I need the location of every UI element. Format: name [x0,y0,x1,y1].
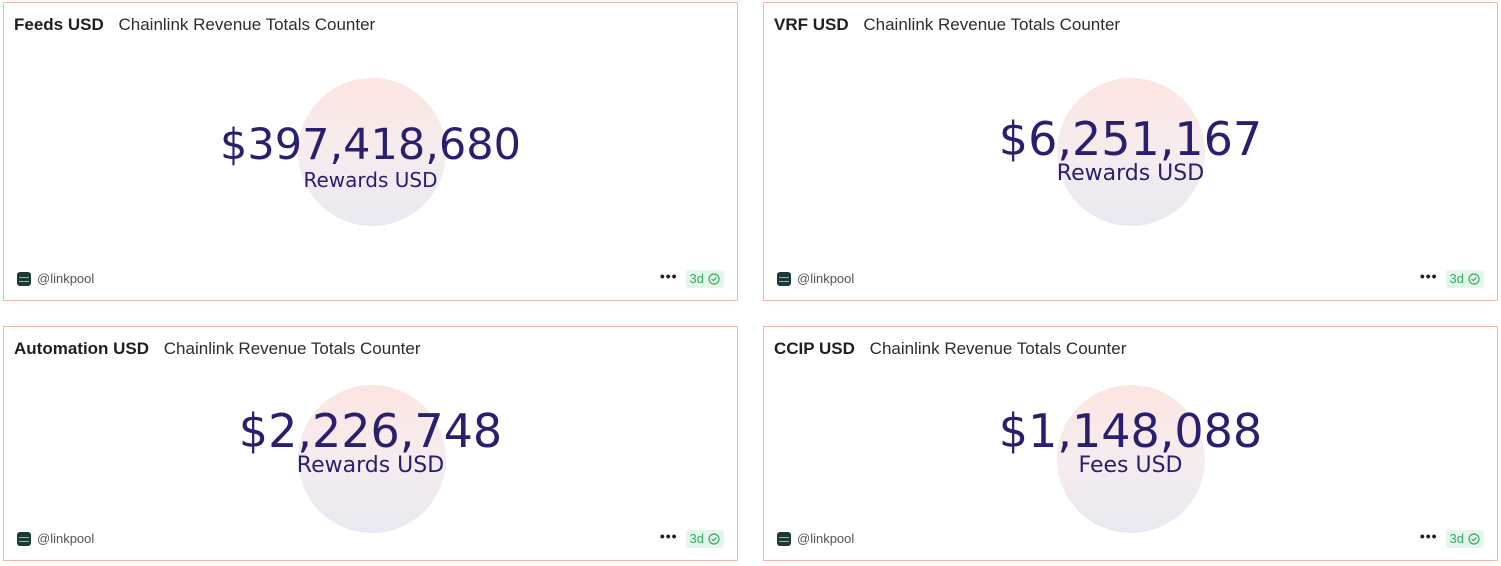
card-header: CCIP USD Chainlink Revenue Totals Counte… [774,339,1126,359]
card-header: VRF USD Chainlink Revenue Totals Counter [774,15,1120,35]
card-actions: ••• 3d [1420,269,1484,288]
owner-handle: @linkpool [797,271,855,286]
card-title: CCIP USD [774,339,855,358]
owner-link[interactable]: @linkpool [777,271,854,286]
counter-value: $2,226,748 [238,404,503,458]
freshness-badge[interactable]: 3d [685,530,724,548]
counter-card-feeds: Feeds USD Chainlink Revenue Totals Count… [3,2,738,301]
check-circle-icon [1468,533,1480,545]
freshness-label: 3d [1449,271,1464,286]
card-header: Automation USD Chainlink Revenue Totals … [14,339,421,359]
counter-card-automation: Automation USD Chainlink Revenue Totals … [3,326,738,561]
linkpool-avatar-icon [17,531,31,546]
freshness-label: 3d [689,531,704,546]
card-title: VRF USD [774,15,849,34]
card-header: Feeds USD Chainlink Revenue Totals Count… [14,15,375,35]
check-circle-icon [1468,273,1480,285]
freshness-label: 3d [1449,531,1464,546]
counter-value: $397,418,680 [220,120,521,170]
counter-display: $1,148,088 Fees USD [764,403,1497,479]
owner-link[interactable]: @linkpool [17,271,94,286]
counter-unit: Rewards USD [1056,161,1205,186]
counter-value: $6,251,167 [998,112,1263,166]
owner-link[interactable]: @linkpool [17,531,94,546]
more-dots-icon[interactable]: ••• [660,269,678,283]
card-subtitle: Chainlink Revenue Totals Counter [118,15,376,34]
card-actions: ••• 3d [1420,529,1484,548]
counter-card-ccip: CCIP USD Chainlink Revenue Totals Counte… [763,326,1498,561]
check-circle-icon [708,273,720,285]
freshness-badge[interactable]: 3d [685,270,724,288]
more-dots-icon[interactable]: ••• [1420,529,1438,543]
linkpool-avatar-icon [777,531,791,546]
counter-unit: Rewards USD [296,453,445,478]
counter-unit: Rewards USD [303,168,438,192]
card-subtitle: Chainlink Revenue Totals Counter [869,339,1127,358]
owner-handle: @linkpool [37,531,95,546]
counter-card-vrf: VRF USD Chainlink Revenue Totals Counter… [763,2,1498,301]
linkpool-avatar-icon [17,271,31,286]
counter-unit: Fees USD [1078,453,1183,478]
counter-display: $2,226,748 Rewards USD [4,403,737,479]
more-dots-icon[interactable]: ••• [1420,269,1438,283]
card-title: Automation USD [14,339,150,358]
card-title: Feeds USD [14,15,104,34]
check-circle-icon [708,533,720,545]
card-subtitle: Chainlink Revenue Totals Counter [863,15,1121,34]
owner-handle: @linkpool [797,531,855,546]
counter-value: $1,148,088 [998,404,1263,458]
freshness-badge[interactable]: 3d [1445,530,1484,548]
card-actions: ••• 3d [660,529,724,548]
more-dots-icon[interactable]: ••• [660,529,678,543]
owner-link[interactable]: @linkpool [777,531,854,546]
card-actions: ••• 3d [660,269,724,288]
card-subtitle: Chainlink Revenue Totals Counter [163,339,421,358]
counter-display: $397,418,680 Rewards USD [4,117,737,193]
owner-handle: @linkpool [37,271,95,286]
freshness-badge[interactable]: 3d [1445,270,1484,288]
counter-display: $6,251,167 Rewards USD [764,111,1497,187]
linkpool-avatar-icon [777,271,791,286]
freshness-label: 3d [689,271,704,286]
